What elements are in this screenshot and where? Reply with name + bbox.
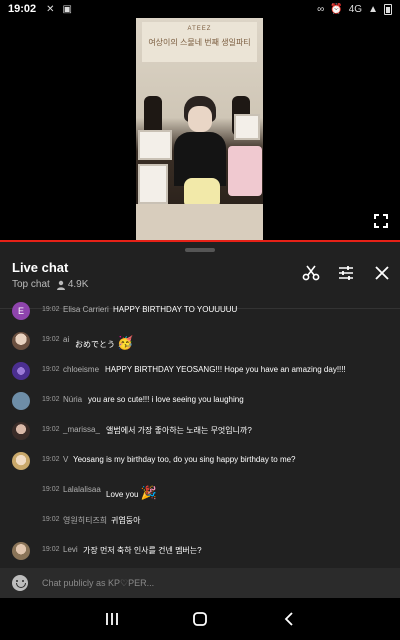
avatar[interactable] — [12, 422, 30, 440]
gift-box — [228, 146, 262, 196]
chat-message: E 19:02 Elisa Carrieri HAPPY BIRTHDAY TO… — [0, 296, 400, 326]
back-icon[interactable] — [281, 611, 299, 627]
message-time: 19:02 — [42, 306, 60, 313]
message-text: 가장 먼저 축하 인사를 건넨 멤버는? — [83, 546, 202, 555]
viewer-count-value: 4.9K — [67, 279, 89, 290]
tune-icon[interactable] — [337, 264, 355, 282]
message-author[interactable]: chloeisme — [63, 365, 99, 374]
birthday-cake — [184, 178, 220, 206]
message-time: 19:02 — [42, 336, 60, 343]
video-player[interactable]: ATEEZ 여상이의 스물네 번째 생일파티 — [0, 18, 400, 240]
banner-subtitle: ATEEZ — [187, 26, 212, 32]
message-time: 19:02 — [42, 366, 60, 373]
message-text: 앨범에서 가장 좋아하는 노래는 무엇입니까? — [106, 426, 252, 435]
recents-icon[interactable] — [103, 611, 121, 627]
chat-title: Live chat — [12, 260, 69, 275]
person-icon — [56, 280, 65, 290]
emoji-icon[interactable] — [12, 575, 28, 591]
message-author[interactable]: Núria — [63, 395, 82, 404]
message-time: 19:02 — [42, 456, 60, 463]
system-nav-bar — [0, 598, 400, 640]
photo-frame — [234, 114, 260, 140]
drag-handle[interactable] — [185, 248, 215, 252]
battery-icon — [384, 3, 392, 15]
avatar[interactable]: E — [12, 302, 30, 320]
live-chat-panel: Live chat Top chat 4.9K E 19:02 Elisa Ca… — [0, 242, 400, 598]
chat-message: 19:02 Lalalalisaa Love you 🎉 — [0, 476, 400, 506]
video-frame: ATEEZ 여상이의 스물네 번째 생일파티 — [136, 18, 263, 240]
avatar[interactable] — [12, 542, 30, 560]
message-author[interactable]: Levi — [63, 545, 78, 554]
message-text: you are so cute!!! i love seeing you lau… — [88, 395, 244, 404]
chat-message: 19:02 chloeisme HAPPY BIRTHDAY YEOSANG!!… — [0, 356, 400, 386]
message-text: おめでとう 🥳 — [75, 335, 134, 350]
banner-title: 여상이의 스물네 번째 생일파티 — [148, 38, 251, 47]
x-icon: ✕ — [46, 3, 55, 15]
chat-message: 19:02 영원히티즈희 귀엽둥아 — [0, 506, 400, 536]
home-icon[interactable] — [191, 611, 209, 627]
chat-message: 19:02 Levi 가장 먼저 축하 인사를 건넨 멤버는? — [0, 536, 400, 566]
avatar[interactable] — [12, 452, 30, 470]
close-icon[interactable] — [373, 264, 391, 282]
message-author[interactable]: 영원히티즈희 — [63, 515, 107, 526]
message-time: 19:02 — [42, 396, 60, 403]
party-face-emoji: 🥳 — [117, 335, 134, 350]
video-banner: ATEEZ 여상이의 스물네 번째 생일파티 — [142, 22, 257, 62]
message-author[interactable]: Lalalalisaa — [63, 485, 101, 494]
link-icon: ∞ — [317, 3, 325, 15]
message-author[interactable]: _marissa_ — [63, 425, 100, 434]
chat-input[interactable] — [42, 576, 382, 590]
avatar[interactable] — [12, 392, 30, 410]
chat-message: 19:02 ai おめでとう 🥳 — [0, 326, 400, 356]
message-text: Yeosang is my birthday too, do you sing … — [73, 455, 296, 464]
message-text: HAPPY BIRTHDAY YEOSANG!!! Hope you have … — [105, 365, 346, 374]
chat-message: 19:02 Núria you are so cute!!! i love se… — [0, 386, 400, 416]
party-popper-emoji: 🎉 — [140, 485, 157, 500]
signal-icon: ▲ — [368, 3, 378, 15]
chat-message: 19:02 V Yeosang is my birthday too, do y… — [0, 446, 400, 476]
avatar[interactable] — [12, 332, 30, 350]
message-time: 19:02 — [42, 546, 60, 553]
message-author[interactable]: ai — [63, 335, 69, 344]
signal-label: 4G — [348, 3, 363, 15]
media-icon: ▣ — [62, 3, 72, 15]
scissors-icon[interactable] — [302, 264, 320, 282]
alarm-icon: ⏰ — [330, 3, 343, 15]
chat-mode-selector[interactable]: Top chat 4.9K — [12, 279, 88, 290]
photo-frame — [138, 164, 168, 204]
photo-frame — [138, 130, 172, 160]
message-text: Love you 🎉 — [106, 485, 157, 500]
message-author[interactable]: Elisa Carrieri — [63, 305, 109, 314]
message-time: 19:02 — [42, 516, 60, 523]
message-time: 19:02 — [42, 486, 60, 493]
fullscreen-icon[interactable] — [374, 214, 388, 228]
avatar[interactable] — [12, 362, 30, 380]
viewer-count: 4.9K — [56, 279, 89, 290]
message-text: 귀엽둥아 — [111, 516, 141, 525]
table — [136, 204, 263, 240]
streamer-figure — [174, 96, 226, 186]
message-author[interactable]: V — [63, 455, 68, 464]
message-time: 19:02 — [42, 426, 60, 433]
chat-mode-label: Top chat — [12, 279, 50, 290]
chat-message: 19:02 _marissa_ 앨범에서 가장 좋아하는 노래는 무엇입니까? — [0, 416, 400, 446]
status-bar: 19:02 ✕ ▣ ∞ ⏰ 4G ▲ — [0, 0, 400, 18]
status-time: 19:02 — [8, 3, 37, 15]
chat-composer — [0, 568, 400, 598]
status-right-icons: ∞ ⏰ 4G ▲ — [317, 3, 392, 15]
message-text: HAPPY BIRTHDAY TO YOUUUUU — [113, 305, 238, 314]
